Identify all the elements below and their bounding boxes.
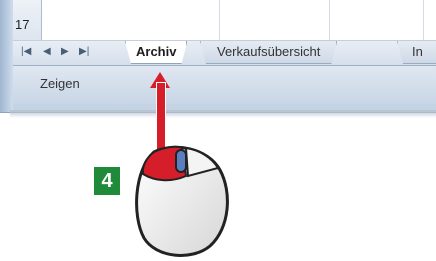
tab-archiv[interactable]: Archiv (125, 41, 187, 64)
step-badge: 4 (94, 167, 120, 195)
last-sheet-icon[interactable]: ▶| (79, 44, 89, 60)
window-shadow (10, 110, 436, 118)
column-gridline (423, 0, 424, 40)
next-sheet-icon[interactable]: ▶ (61, 44, 69, 60)
window-left-rail (0, 0, 13, 112)
excel-window: 17 |◀ ◀ ▶ ▶| Archiv Verkaufsübersicht In… (0, 0, 436, 113)
sheet-tab-bar: |◀ ◀ ▶ ▶| Archiv Verkaufsübersicht In (13, 41, 436, 66)
first-sheet-icon[interactable]: |◀ (21, 44, 31, 60)
column-gridline (329, 0, 330, 40)
tab-verkaufsuebersicht[interactable]: Verkaufsübersicht (200, 41, 337, 64)
status-mode-label: Zeigen (40, 76, 80, 91)
status-bar: Zeigen (13, 66, 436, 104)
scroll-wheel (175, 149, 187, 173)
worksheet-grid[interactable]: 17 (13, 0, 436, 41)
tab-partial[interactable]: In (397, 41, 436, 64)
row-number: 17 (15, 17, 30, 32)
column-gridline (219, 0, 220, 40)
mouse-icon (135, 145, 229, 257)
previous-sheet-icon[interactable]: ◀ (43, 44, 51, 60)
row-header[interactable]: 17 (13, 0, 42, 40)
